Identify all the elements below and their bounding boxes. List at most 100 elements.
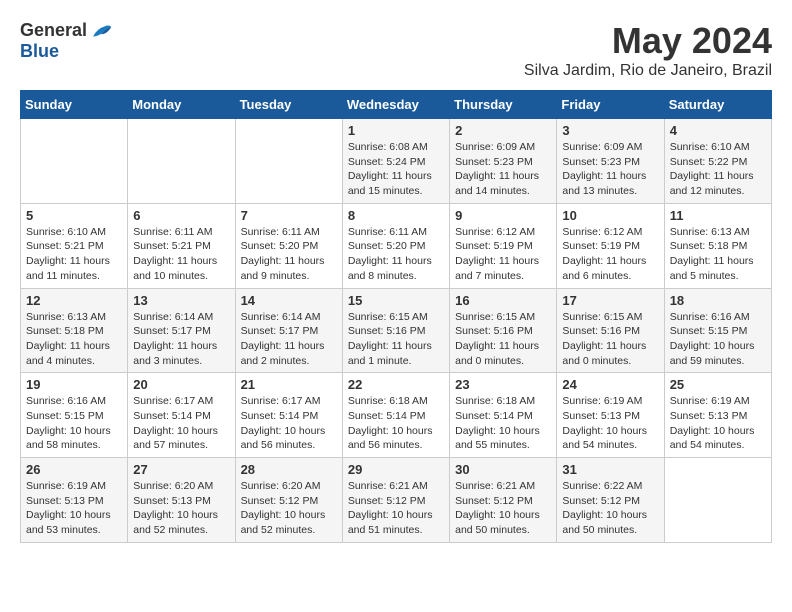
day-number: 14 — [241, 293, 337, 308]
day-number: 9 — [455, 208, 551, 223]
day-info: Sunrise: 6:10 AM Sunset: 5:21 PM Dayligh… — [26, 225, 122, 284]
calendar-week-1: 1Sunrise: 6:08 AM Sunset: 5:24 PM Daylig… — [21, 119, 772, 204]
day-number: 26 — [26, 462, 122, 477]
calendar-cell: 29 Sunrise: 6:21 AM Sunset: 5:12 PM Dayli… — [342, 458, 449, 543]
calendar-cell: 2 Sunrise: 6:09 AM Sunset: 5:23 PM Daylig… — [450, 119, 557, 204]
day-info: Sunrise: 6:17 AM Sunset: 5:14 PM Dayligh… — [241, 394, 337, 453]
day-info: Sunrise: 6:21 AM Sunset: 5:12 PM Dayligh… — [348, 479, 444, 538]
page-header: General Blue May 2024 Silva Jardim, Rio … — [20, 20, 772, 80]
day-info: Sunrise: 6:11 AM Sunset: 5:20 PM Dayligh… — [241, 225, 337, 284]
day-info: Sunrise: 6:22 AM Sunset: 5:12 PM Dayligh… — [562, 479, 658, 538]
day-info: Sunrise: 6:19 AM Sunset: 5:13 PM Dayligh… — [26, 479, 122, 538]
calendar-cell: 28Sunrise: 6:20 AM Sunset: 5:12 PM Dayli… — [235, 458, 342, 543]
day-number: 2 — [455, 123, 551, 138]
month-title: May 2024 — [524, 20, 772, 62]
calendar-cell — [21, 119, 128, 204]
day-info: Sunrise: 6:17 AM Sunset: 5:14 PM Dayligh… — [133, 394, 229, 453]
calendar-cell — [128, 119, 235, 204]
title-section: May 2024 Silva Jardim, Rio de Janeiro, B… — [524, 20, 772, 80]
day-number: 16 — [455, 293, 551, 308]
day-number: 30 — [455, 462, 551, 477]
day-info: Sunrise: 6:16 AM Sunset: 5:15 PM Dayligh… — [670, 310, 766, 369]
day-number: 1 — [348, 123, 444, 138]
day-number: 8 — [348, 208, 444, 223]
calendar-cell: 17Sunrise: 6:15 AM Sunset: 5:16 PM Dayli… — [557, 288, 664, 373]
day-number: 6 — [133, 208, 229, 223]
day-info: Sunrise: 6:13 AM Sunset: 5:18 PM Dayligh… — [670, 225, 766, 284]
logo-bird-icon — [89, 21, 113, 41]
calendar-header-thursday: Thursday — [450, 91, 557, 119]
day-number: 21 — [241, 377, 337, 392]
location: Silva Jardim, Rio de Janeiro, Brazil — [524, 62, 772, 80]
logo-general-text: General — [20, 20, 87, 41]
day-number: 23 — [455, 377, 551, 392]
day-number: 31 — [562, 462, 658, 477]
day-info: Sunrise: 6:20 AM Sunset: 5:12 PM Dayligh… — [241, 479, 337, 538]
calendar-cell: 4 Sunrise: 6:10 AM Sunset: 5:22 PM Daylig… — [664, 119, 771, 204]
day-number: 29 — [348, 462, 444, 477]
day-info: Sunrise: 6:12 AM Sunset: 5:19 PM Dayligh… — [455, 225, 551, 284]
calendar-cell: 18 Sunrise: 6:16 AM Sunset: 5:15 PM Dayli… — [664, 288, 771, 373]
day-info: Sunrise: 6:11 AM Sunset: 5:20 PM Dayligh… — [348, 225, 444, 284]
day-info: Sunrise: 6:11 AM Sunset: 5:21 PM Dayligh… — [133, 225, 229, 284]
calendar-cell: 9 Sunrise: 6:12 AM Sunset: 5:19 PM Daylig… — [450, 203, 557, 288]
calendar-cell: 22 Sunrise: 6:18 AM Sunset: 5:14 PM Dayli… — [342, 373, 449, 458]
day-info: Sunrise: 6:18 AM Sunset: 5:14 PM Dayligh… — [455, 394, 551, 453]
day-info: Sunrise: 6:14 AM Sunset: 5:17 PM Dayligh… — [133, 310, 229, 369]
day-number: 4 — [670, 123, 766, 138]
calendar-header-row: SundayMondayTuesdayWednesdayThursdayFrid… — [21, 91, 772, 119]
calendar-cell: 14Sunrise: 6:14 AM Sunset: 5:17 PM Dayli… — [235, 288, 342, 373]
calendar-cell — [664, 458, 771, 543]
calendar-cell: 12Sunrise: 6:13 AM Sunset: 5:18 PM Dayli… — [21, 288, 128, 373]
calendar-cell: 3Sunrise: 6:09 AM Sunset: 5:23 PM Daylig… — [557, 119, 664, 204]
day-number: 7 — [241, 208, 337, 223]
day-number: 20 — [133, 377, 229, 392]
calendar-header-wednesday: Wednesday — [342, 91, 449, 119]
day-info: Sunrise: 6:12 AM Sunset: 5:19 PM Dayligh… — [562, 225, 658, 284]
calendar-week-5: 26 Sunrise: 6:19 AM Sunset: 5:13 PM Dayli… — [21, 458, 772, 543]
day-info: Sunrise: 6:15 AM Sunset: 5:16 PM Dayligh… — [348, 310, 444, 369]
day-info: Sunrise: 6:20 AM Sunset: 5:13 PM Dayligh… — [133, 479, 229, 538]
day-info: Sunrise: 6:16 AM Sunset: 5:15 PM Dayligh… — [26, 394, 122, 453]
day-number: 22 — [348, 377, 444, 392]
day-info: Sunrise: 6:10 AM Sunset: 5:22 PM Dayligh… — [670, 140, 766, 199]
day-number: 18 — [670, 293, 766, 308]
day-info: Sunrise: 6:13 AM Sunset: 5:18 PM Dayligh… — [26, 310, 122, 369]
calendar-header-monday: Monday — [128, 91, 235, 119]
calendar-table: SundayMondayTuesdayWednesdayThursdayFrid… — [20, 90, 772, 543]
calendar-week-2: 5 Sunrise: 6:10 AM Sunset: 5:21 PM Daylig… — [21, 203, 772, 288]
calendar-cell: 16 Sunrise: 6:15 AM Sunset: 5:16 PM Dayli… — [450, 288, 557, 373]
day-number: 15 — [348, 293, 444, 308]
day-number: 10 — [562, 208, 658, 223]
calendar-week-4: 19 Sunrise: 6:16 AM Sunset: 5:15 PM Dayli… — [21, 373, 772, 458]
day-info: Sunrise: 6:15 AM Sunset: 5:16 PM Dayligh… — [455, 310, 551, 369]
calendar-cell: 1Sunrise: 6:08 AM Sunset: 5:24 PM Daylig… — [342, 119, 449, 204]
day-number: 11 — [670, 208, 766, 223]
calendar-week-3: 12Sunrise: 6:13 AM Sunset: 5:18 PM Dayli… — [21, 288, 772, 373]
day-info: Sunrise: 6:09 AM Sunset: 5:23 PM Dayligh… — [562, 140, 658, 199]
calendar-cell: 6 Sunrise: 6:11 AM Sunset: 5:21 PM Daylig… — [128, 203, 235, 288]
calendar-cell: 21 Sunrise: 6:17 AM Sunset: 5:14 PM Dayli… — [235, 373, 342, 458]
calendar-cell: 8 Sunrise: 6:11 AM Sunset: 5:20 PM Daylig… — [342, 203, 449, 288]
calendar-cell: 10 Sunrise: 6:12 AM Sunset: 5:19 PM Dayli… — [557, 203, 664, 288]
logo: General Blue — [20, 20, 113, 62]
calendar-cell: 23 Sunrise: 6:18 AM Sunset: 5:14 PM Dayli… — [450, 373, 557, 458]
calendar-cell: 30Sunrise: 6:21 AM Sunset: 5:12 PM Dayli… — [450, 458, 557, 543]
calendar-cell: 11 Sunrise: 6:13 AM Sunset: 5:18 PM Dayli… — [664, 203, 771, 288]
day-number: 5 — [26, 208, 122, 223]
calendar-cell: 27Sunrise: 6:20 AM Sunset: 5:13 PM Dayli… — [128, 458, 235, 543]
calendar-cell: 24Sunrise: 6:19 AM Sunset: 5:13 PM Dayli… — [557, 373, 664, 458]
logo-blue-text: Blue — [20, 41, 59, 62]
day-number: 24 — [562, 377, 658, 392]
calendar-cell: 19 Sunrise: 6:16 AM Sunset: 5:15 PM Dayli… — [21, 373, 128, 458]
day-info: Sunrise: 6:09 AM Sunset: 5:23 PM Dayligh… — [455, 140, 551, 199]
day-number: 17 — [562, 293, 658, 308]
day-info: Sunrise: 6:18 AM Sunset: 5:14 PM Dayligh… — [348, 394, 444, 453]
calendar-cell: 13 Sunrise: 6:14 AM Sunset: 5:17 PM Dayli… — [128, 288, 235, 373]
day-number: 19 — [26, 377, 122, 392]
day-number: 13 — [133, 293, 229, 308]
calendar-cell — [235, 119, 342, 204]
calendar-header-friday: Friday — [557, 91, 664, 119]
calendar-cell: 26 Sunrise: 6:19 AM Sunset: 5:13 PM Dayli… — [21, 458, 128, 543]
calendar-cell: 5 Sunrise: 6:10 AM Sunset: 5:21 PM Daylig… — [21, 203, 128, 288]
